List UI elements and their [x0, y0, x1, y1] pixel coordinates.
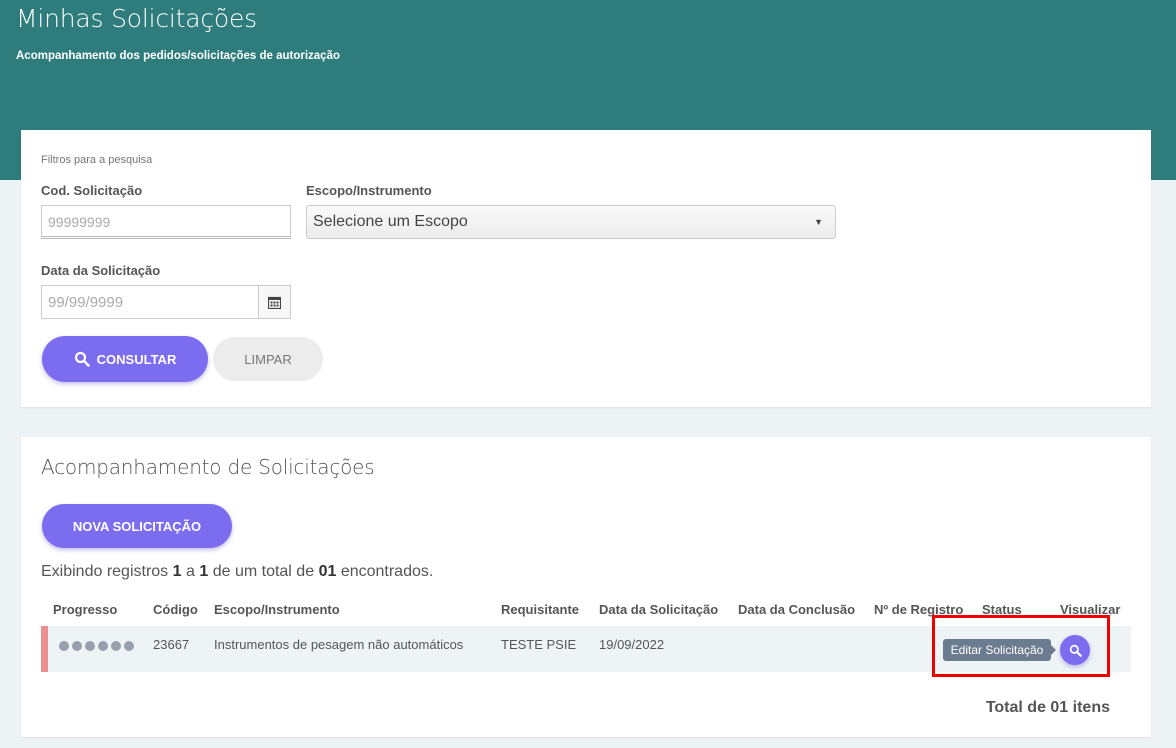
progress-dot: [124, 641, 134, 651]
escopo-label: Escopo/Instrumento: [306, 183, 432, 198]
calendar-button[interactable]: [258, 285, 291, 319]
search-icon: [74, 351, 90, 367]
column-header-requisitante[interactable]: Requisitante: [501, 602, 579, 617]
filter-card: Filtros para a pesquisa Cod. Solicitação…: [21, 130, 1151, 407]
records-summary: Exibindo registros 1 a 1 de um total de …: [41, 563, 434, 580]
cod-solicitacao-input[interactable]: 99999999: [41, 205, 291, 239]
cell-escopo: Instrumentos de pesagem não automáticos: [214, 637, 464, 652]
highlight-box: [932, 615, 1110, 677]
consultar-label: CONSULTAR: [96, 351, 177, 367]
column-header-data-conclusao[interactable]: Data da Conclusão: [738, 602, 855, 617]
page-title: Minhas Solicitações: [16, 4, 258, 33]
data-solicitacao-input[interactable]: 99/99/9999: [41, 285, 259, 319]
cell-codigo: 23667: [153, 637, 190, 652]
column-header-codigo[interactable]: Código: [153, 602, 198, 617]
cod-solicitacao-label: Cod. Solicitação: [41, 183, 143, 198]
page-subtitle: Acompanhamento dos pedidos/solicitações …: [16, 50, 340, 62]
consultar-button[interactable]: CONSULTAR: [42, 336, 208, 382]
progress-dot: [111, 641, 121, 651]
results-card: Acompanhamento de Solicitações NOVA SOLI…: [21, 437, 1151, 737]
progress-dot: [59, 641, 69, 651]
column-header-progresso[interactable]: Progresso: [53, 602, 117, 617]
total-items: Total de 01 itens: [985, 699, 1110, 716]
caret-down-icon: ▼: [814, 217, 823, 227]
data-solicitacao-label: Data da Solicitação: [41, 263, 161, 278]
escopo-select[interactable]: Selecione um Escopo ▼: [306, 205, 836, 239]
escopo-selected-value: Selecione um Escopo: [313, 213, 468, 230]
cell-data-solicitacao: 19/09/2022: [599, 637, 665, 652]
progress-dot: [72, 641, 82, 651]
nova-solicitacao-button[interactable]: NOVA SOLICITAÇÃO: [42, 504, 232, 548]
cell-requisitante: TESTE PSIE: [501, 637, 577, 652]
calendar-icon: [268, 296, 281, 309]
progress-dot: [85, 641, 95, 651]
results-title: Acompanhamento de Solicitações: [41, 455, 375, 479]
filters-caption: Filtros para a pesquisa: [41, 154, 153, 166]
column-header-data-solicitacao[interactable]: Data da Solicitação: [599, 602, 718, 617]
limpar-button[interactable]: LIMPAR: [213, 337, 323, 381]
column-header-escopo[interactable]: Escopo/Instrumento: [214, 602, 340, 617]
progress-indicator: [59, 641, 134, 651]
progress-dot: [98, 641, 108, 651]
